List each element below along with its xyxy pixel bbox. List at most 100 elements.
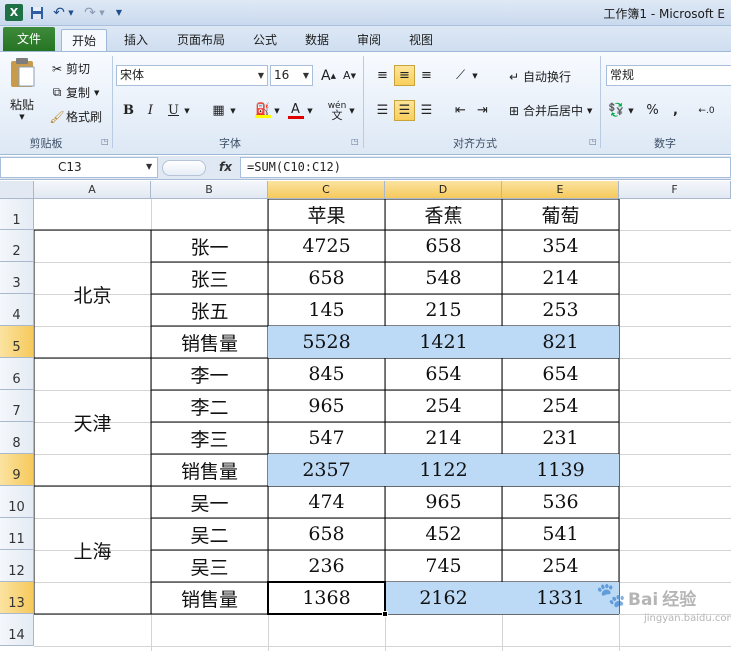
row-header-10[interactable]: 10 xyxy=(0,486,34,518)
value-cell[interactable]: 236 xyxy=(268,550,385,582)
tab-page-layout[interactable]: 页面布局 xyxy=(168,29,234,51)
value-cell[interactable]: 254 xyxy=(385,390,502,422)
value-cell[interactable]: 214 xyxy=(385,422,502,454)
row-header-12[interactable]: 12 xyxy=(0,550,34,582)
font-size-select[interactable]: 16 ▼ xyxy=(270,65,313,86)
align-middle-button[interactable]: ≡ xyxy=(394,65,415,86)
tab-formulas[interactable]: 公式 xyxy=(244,29,286,51)
value-cell[interactable]: 536 xyxy=(502,486,619,518)
value-cell[interactable]: 452 xyxy=(385,518,502,550)
undo-icon[interactable]: ↶ xyxy=(51,4,67,21)
tab-data[interactable]: 数据 xyxy=(296,29,338,51)
tab-insert[interactable]: 插入 xyxy=(113,29,159,51)
total-value-cell[interactable]: 821 xyxy=(502,326,619,358)
person-name-cell[interactable]: 李一 xyxy=(151,358,268,390)
value-cell[interactable]: 231 xyxy=(502,422,619,454)
comma-button[interactable]: , xyxy=(665,100,686,121)
row-header-14[interactable]: 14 xyxy=(0,614,34,646)
tab-file[interactable]: 文件 xyxy=(3,27,55,51)
fill-color-dropdown-icon[interactable]: ▼ xyxy=(272,100,282,121)
value-cell[interactable]: 548 xyxy=(385,262,502,294)
align-bottom-button[interactable]: ≡ xyxy=(416,65,437,86)
tab-home[interactable]: 开始 xyxy=(61,29,107,51)
align-top-button[interactable]: ≡ xyxy=(372,65,393,86)
value-cell[interactable]: 658 xyxy=(385,230,502,262)
total-value-cell[interactable]: 2162 xyxy=(385,582,502,614)
increase-indent-button[interactable]: ⇥ xyxy=(472,100,493,121)
clipboard-launcher-icon[interactable]: ◳ xyxy=(101,137,109,146)
fruit-header-cell[interactable]: 苹果 xyxy=(268,199,385,230)
value-cell[interactable]: 214 xyxy=(502,262,619,294)
value-cell[interactable]: 215 xyxy=(385,294,502,326)
value-cell[interactable]: 658 xyxy=(268,262,385,294)
insert-function-button[interactable]: fx xyxy=(219,160,232,174)
city-cell[interactable]: 上海 xyxy=(34,486,151,614)
align-right-button[interactable]: ☰ xyxy=(416,100,437,121)
underline-dropdown-icon[interactable]: ▼ xyxy=(182,100,192,121)
person-name-cell[interactable]: 张一 xyxy=(151,230,268,262)
column-header-a[interactable]: A xyxy=(34,181,151,199)
row-header-2[interactable]: 2 xyxy=(0,230,34,262)
italic-button[interactable]: I xyxy=(140,100,161,121)
value-cell[interactable]: 541 xyxy=(502,518,619,550)
row-header-7[interactable]: 7 xyxy=(0,390,34,422)
paste-button[interactable]: 粘贴 ▼ xyxy=(4,56,40,124)
row-header-4[interactable]: 4 xyxy=(0,294,34,326)
total-label-cell[interactable]: 销售量 xyxy=(151,582,268,614)
merge-center-button[interactable]: ⊞ 合并后居中 ▼ xyxy=(505,102,592,119)
copy-button[interactable]: ⧉ 复制 ▼ xyxy=(48,84,100,101)
total-value-cell[interactable]: 5528 xyxy=(268,326,385,358)
number-format-select[interactable]: 常规 xyxy=(606,65,731,86)
undo-dropdown-icon[interactable]: ▼ xyxy=(67,4,75,21)
value-cell[interactable]: 845 xyxy=(268,358,385,390)
value-cell[interactable]: 474 xyxy=(268,486,385,518)
column-header-f[interactable]: F xyxy=(619,181,731,199)
customize-toolbar-icon[interactable]: ▼ xyxy=(114,4,124,21)
value-cell[interactable]: 658 xyxy=(268,518,385,550)
currency-button[interactable]: 💱 xyxy=(606,100,627,121)
value-cell[interactable]: 254 xyxy=(502,390,619,422)
row-header-9[interactable]: 9 xyxy=(0,454,34,486)
city-cell[interactable]: 北京 xyxy=(34,230,151,358)
city-cell[interactable]: 天津 xyxy=(34,358,151,486)
cut-button[interactable]: ✂ 剪切 xyxy=(48,60,90,77)
total-value-cell[interactable]: 1122 xyxy=(385,454,502,486)
chevron-down-icon[interactable]: ▼ xyxy=(146,162,152,171)
value-cell[interactable]: 253 xyxy=(502,294,619,326)
formula-bar-resize-handle[interactable] xyxy=(162,160,206,176)
total-label-cell[interactable]: 销售量 xyxy=(151,326,268,358)
bold-button[interactable]: B xyxy=(118,100,139,121)
alignment-launcher-icon[interactable]: ◳ xyxy=(589,137,597,146)
redo-icon[interactable]: ↷ xyxy=(82,4,98,21)
align-center-button[interactable]: ☰ xyxy=(394,100,415,121)
person-name-cell[interactable]: 李三 xyxy=(151,422,268,454)
value-cell[interactable]: 965 xyxy=(268,390,385,422)
phonetic-dropdown-icon[interactable]: ▼ xyxy=(347,100,357,121)
align-left-button[interactable]: ☰ xyxy=(372,100,393,121)
grow-font-button[interactable]: A ▲ xyxy=(318,65,339,86)
person-name-cell[interactable]: 张五 xyxy=(151,294,268,326)
name-box[interactable]: C13 xyxy=(0,157,158,178)
shrink-font-button[interactable]: A ▼ xyxy=(339,65,360,86)
percent-button[interactable]: % xyxy=(642,100,663,121)
person-name-cell[interactable]: 李二 xyxy=(151,390,268,422)
font-launcher-icon[interactable]: ◳ xyxy=(351,137,359,146)
borders-dropdown-icon[interactable]: ▼ xyxy=(228,100,238,121)
column-header-d[interactable]: D xyxy=(385,181,502,199)
total-value-cell[interactable]: 2357 xyxy=(268,454,385,486)
tab-view[interactable]: 视图 xyxy=(400,29,442,51)
column-header-b[interactable]: B xyxy=(151,181,268,199)
person-name-cell[interactable]: 张三 xyxy=(151,262,268,294)
total-value-cell[interactable]: 1331 xyxy=(502,582,619,614)
row-header-8[interactable]: 8 xyxy=(0,422,34,454)
format-painter-button[interactable]: 🖌 格式刷 xyxy=(48,108,102,125)
value-cell[interactable]: 654 xyxy=(385,358,502,390)
value-cell[interactable]: 965 xyxy=(385,486,502,518)
orientation-button[interactable]: ⟋ xyxy=(450,65,471,86)
font-color-dropdown-icon[interactable]: ▼ xyxy=(305,100,315,121)
column-header-e[interactable]: E xyxy=(502,181,619,199)
decrease-indent-button[interactable]: ⇤ xyxy=(450,100,471,121)
row-header-13[interactable]: 13 xyxy=(0,582,34,614)
person-name-cell[interactable]: 吴二 xyxy=(151,518,268,550)
font-name-select[interactable]: 宋体 ▼ xyxy=(116,65,268,86)
